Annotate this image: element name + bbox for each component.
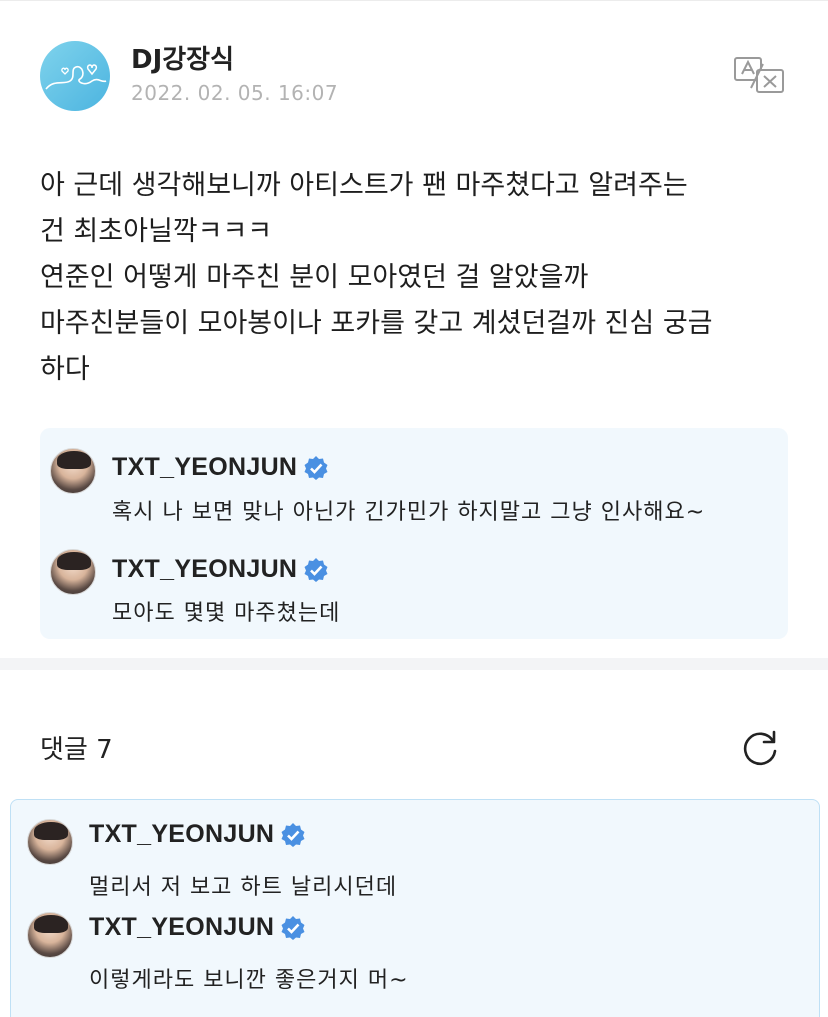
author-name[interactable]: DJ강장식 — [131, 39, 234, 76]
post-body-line: 연준인 어떻게 마주친 분이 모아였던 걸 알았을까 — [40, 262, 589, 293]
post-body-line: 건 최초아닐깍ㅋㅋㅋ — [40, 216, 273, 247]
message-author: TXT_YEONJUN — [112, 555, 329, 584]
post-body-line: 아 근데 생각해보니까 아티스트가 팬 마주쳤다고 알려주는 — [40, 170, 688, 201]
avatar-heart-icon — [45, 64, 107, 90]
quoted-messages-card: TXT_YEONJUN 혹시 나 보면 맞나 아닌가 긴가민가 하지말고 그냥 … — [40, 428, 788, 639]
comment-author: TXT_YEONJUN — [89, 820, 306, 849]
avatar[interactable] — [50, 448, 96, 494]
message-author: TXT_YEONJUN — [112, 453, 329, 482]
refresh-button[interactable] — [740, 727, 780, 767]
translate-icon — [734, 57, 784, 93]
refresh-icon — [743, 730, 777, 766]
comments-card: TXT_YEONJUN 멀리서 저 보고 하트 날리시던데 TXT_YEONJU… — [10, 799, 820, 1017]
verified-badge-icon — [303, 455, 329, 481]
message-text: 모아도 몇몇 마주쳤는데 — [112, 601, 341, 626]
verified-badge-icon — [280, 915, 306, 941]
page: DJ강장식 2022. 02. 05. 16:07 아 근데 생각해보니까 아티… — [0, 0, 828, 1017]
comment-author-name: TXT_YEONJUN — [89, 913, 275, 941]
message-text: 혹시 나 보면 맞나 아닌가 긴가민가 하지말고 그냥 인사해요~ — [112, 500, 706, 525]
post-date: 2022. 02. 05. 16:07 — [131, 81, 339, 105]
post-body-line: 하다 — [40, 354, 90, 385]
author-avatar[interactable] — [40, 41, 110, 111]
message-author-name: TXT_YEONJUN — [112, 453, 298, 481]
avatar[interactable] — [50, 549, 96, 595]
verified-badge-icon — [280, 822, 306, 848]
translate-button[interactable] — [733, 55, 785, 95]
message-author-name: TXT_YEONJUN — [112, 555, 298, 583]
avatar[interactable] — [27, 912, 73, 958]
comment-text: 멀리서 저 보고 하트 날리시던데 — [89, 875, 398, 900]
verified-badge-icon — [303, 557, 329, 583]
section-divider — [0, 658, 828, 670]
comment-text: 이렇게라도 보니깐 좋은거지 머~ — [89, 968, 409, 993]
comment-count-header: 댓글 7 — [40, 735, 113, 765]
avatar[interactable] — [27, 819, 73, 865]
post-body-line: 마주친분들이 모아봉이나 포카를 갖고 계셨던걸까 진심 궁금 — [40, 308, 713, 339]
comment-author-name: TXT_YEONJUN — [89, 820, 275, 848]
comment-author: TXT_YEONJUN — [89, 913, 306, 942]
post: DJ강장식 2022. 02. 05. 16:07 아 근데 생각해보니까 아티… — [0, 0, 828, 658]
post-body: 아 근데 생각해보니까 아티스트가 팬 마주쳤다고 알려주는 건 최초아닐깍ㅋㅋ… — [40, 163, 800, 393]
